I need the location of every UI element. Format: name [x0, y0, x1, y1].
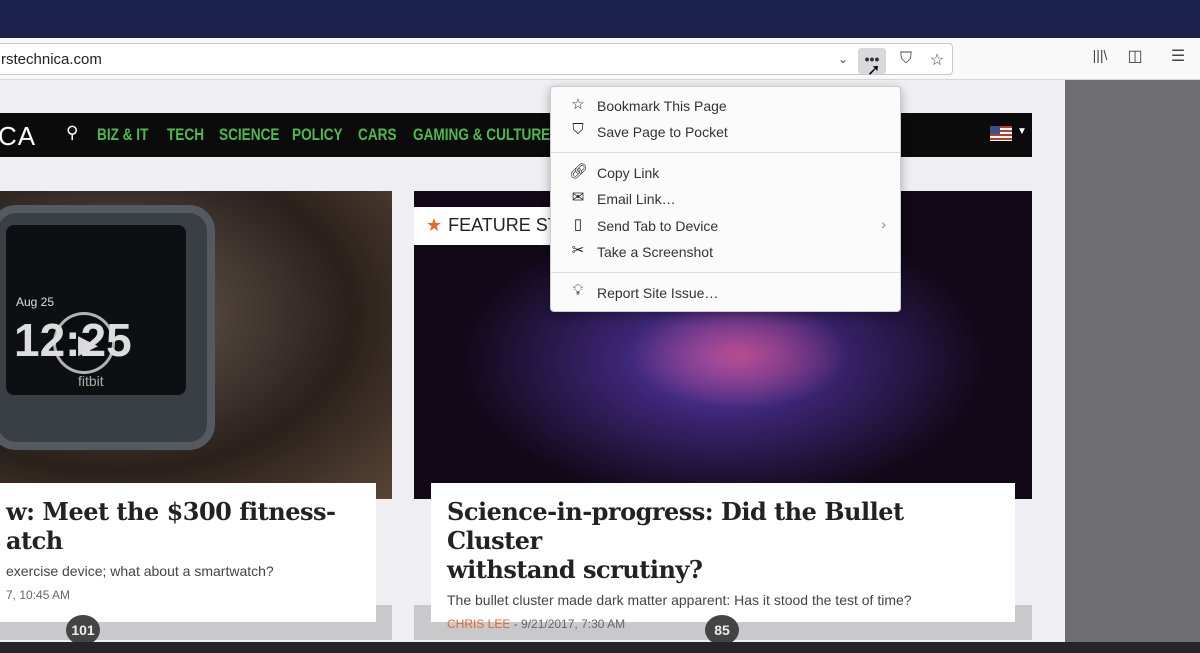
watch-face: ▶ Aug 25 12:25 fitbit: [6, 225, 186, 395]
menu-label: Take a Screenshot: [597, 244, 713, 260]
menu-separator: [551, 272, 900, 273]
nav-cars[interactable]: CARS: [358, 125, 397, 145]
menu-item-send-tab[interactable]: ▯ Send Tab to Device ›: [551, 213, 900, 239]
nav-science[interactable]: SCIENCE: [219, 125, 279, 145]
article-card[interactable]: Science-in-progress: Did the Bullet Clus…: [431, 483, 1015, 631]
menu-label: Send Tab to Device: [597, 218, 719, 234]
email-icon: ✉: [571, 189, 585, 206]
menu-item-email-link[interactable]: ✉ Email Link…: [551, 186, 900, 212]
menu-label: Bookmark This Page: [597, 98, 727, 114]
nav-policy[interactable]: POLICY: [292, 125, 343, 145]
hamburger-menu-icon[interactable]: ☰: [1166, 46, 1190, 66]
library-icon[interactable]: |||\: [1088, 47, 1112, 63]
pocket-icon: ⛉: [572, 121, 584, 138]
chevron-right-icon: ›: [881, 216, 886, 232]
caret-down-icon[interactable]: ▼: [1017, 126, 1027, 137]
watch-time: 12:25: [14, 314, 132, 366]
bottom-bar: [0, 642, 1200, 653]
chevron-down-icon[interactable]: ⌄: [831, 52, 855, 66]
article-image-watch[interactable]: ▶ Aug 25 12:25 fitbit: [0, 191, 392, 499]
article-title[interactable]: Science-in-progress: Did the Bullet Clus…: [447, 497, 999, 584]
nebula-glow: [630, 300, 850, 410]
window-titlebar: [0, 0, 1200, 38]
menu-item-screenshot[interactable]: ✂ Take a Screenshot: [551, 239, 900, 265]
bookmark-star-icon[interactable]: ☆: [925, 50, 949, 70]
menu-label: Copy Link: [597, 165, 660, 181]
watch-illustration: ▶ Aug 25 12:25 fitbit: [0, 205, 215, 450]
menu-label: Report Site Issue…: [597, 285, 719, 301]
nav-tech[interactable]: TECH: [167, 125, 204, 145]
menu-item-pocket[interactable]: ⛉ Save Page to Pocket: [551, 119, 900, 145]
title-line: withstand scrutiny?: [447, 555, 703, 584]
title-line: Science-in-progress: Did the Bullet Clus…: [447, 497, 904, 555]
article-meta: 7, 10:45 AM: [6, 588, 71, 602]
pocket-icon[interactable]: ⛉: [894, 50, 918, 68]
mouse-cursor: ➚: [867, 62, 881, 79]
feature-story-badge: ★FEATURE STO: [414, 207, 554, 245]
menu-separator: [551, 152, 900, 153]
device-icon: ▯: [573, 216, 583, 233]
menu-label: Email Link…: [597, 191, 676, 207]
title-line: atch: [6, 526, 63, 555]
article-desc: exercise device; what about a smartwatch…: [6, 563, 274, 579]
menu-item-report-issue[interactable]: 💡︎ Report Site Issue…: [551, 280, 900, 306]
search-icon[interactable]: ⚲: [66, 123, 78, 143]
page-actions-menu: ☆ Bookmark This Page ⛉ Save Page to Pocket…: [550, 86, 901, 312]
link-icon: 🔗︎: [569, 163, 589, 180]
nav-gaming-culture[interactable]: GAMING & CULTURE: [413, 125, 550, 145]
site-logo[interactable]: CA: [0, 121, 36, 152]
star-icon: ☆: [571, 96, 585, 113]
browser-toolbar: rstechnica.com ⌄ ••• ⛉ ☆ |||\ ◫ ☰: [0, 38, 1200, 80]
comment-count-bubble[interactable]: 85: [705, 615, 739, 645]
watch-brand: fitbit: [78, 373, 104, 389]
article-date: - 9/21/2017, 7:30 AM: [510, 617, 626, 631]
article-title[interactable]: w: Meet the $300 fitness-atch: [6, 497, 360, 555]
flag-icon[interactable]: [990, 126, 1012, 141]
sidebar-icon[interactable]: ◫: [1123, 46, 1147, 66]
article-desc: The bullet cluster made dark matter appa…: [447, 592, 912, 608]
article-card[interactable]: w: Meet the $300 fitness-atch exercise d…: [0, 483, 376, 622]
star-icon: ★: [426, 215, 443, 235]
url-bar[interactable]: rstechnica.com ⌄ ••• ⛉ ☆: [0, 43, 953, 75]
page-side-area: [1065, 80, 1200, 642]
menu-label: Save Page to Pocket: [597, 124, 728, 140]
lightbulb-icon: 💡︎: [572, 282, 584, 299]
title-line: w: Meet the $300 fitness-: [6, 497, 336, 526]
url-text: rstechnica.com: [1, 51, 102, 68]
author-link[interactable]: CHRIS LEE: [447, 617, 510, 631]
nav-biz-it[interactable]: BIZ & IT: [97, 125, 148, 145]
screenshot-icon: ✂: [571, 242, 585, 259]
badge-label: FEATURE STO: [448, 215, 554, 235]
watch-date: Aug 25: [16, 295, 55, 309]
menu-item-bookmark[interactable]: ☆ Bookmark This Page: [551, 93, 900, 119]
comment-count-bubble[interactable]: 101: [66, 615, 100, 645]
menu-item-copy-link[interactable]: 🔗︎ Copy Link: [551, 160, 900, 186]
